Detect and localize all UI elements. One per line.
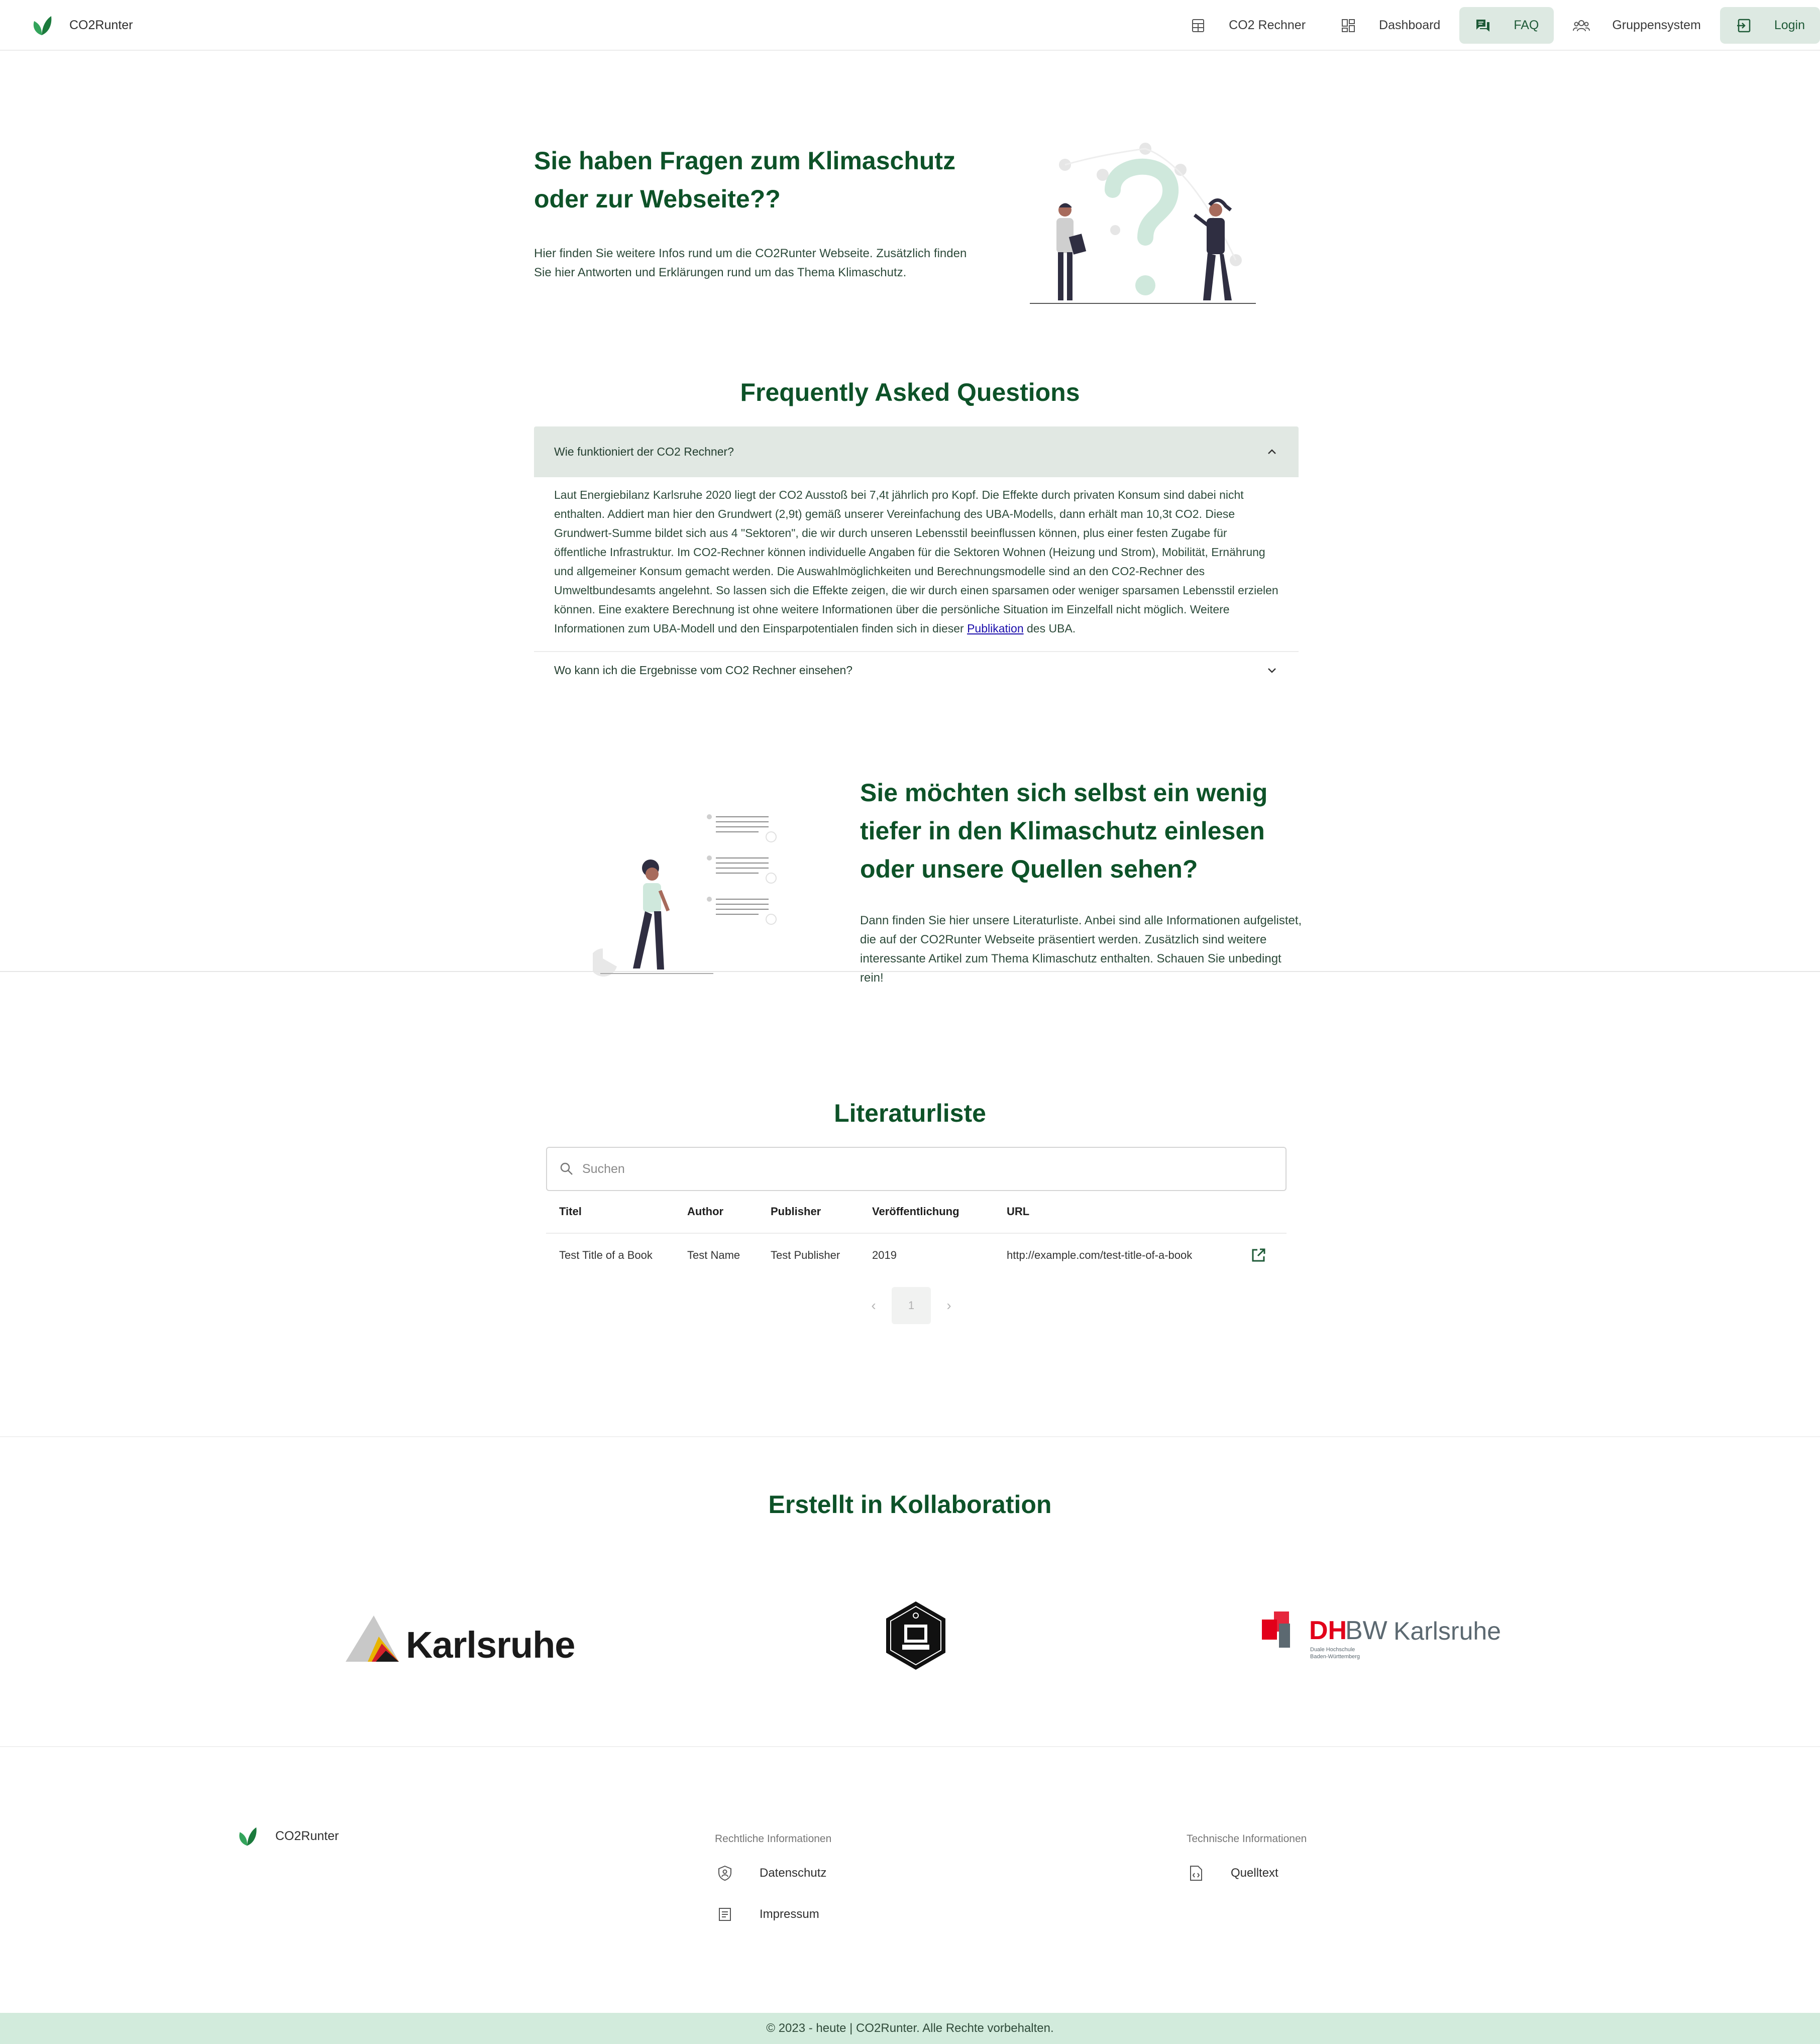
literature-intro-text: Dann finden Sie hier unsere Literaturlis… [860, 914, 1302, 985]
open-link-button[interactable] [1230, 1247, 1287, 1263]
literature-table: Titel Author Publisher Veröffentlichung … [546, 1191, 1287, 1277]
page-1-button[interactable]: 1 [892, 1287, 931, 1324]
col-publisher[interactable]: Publisher [758, 1205, 859, 1218]
shield-icon [716, 1865, 733, 1882]
nav-login[interactable]: Login [1720, 7, 1820, 44]
calculator-icon [1190, 17, 1207, 34]
karlsruhe-logo[interactable]: Karlsruhe [344, 1611, 575, 1667]
prev-page-button[interactable]: ‹ [855, 1287, 892, 1324]
dhbw-dh: DH [1309, 1616, 1347, 1645]
footer-brand[interactable]: CO2Runter [234, 1823, 339, 1849]
external-link-icon [1252, 1248, 1265, 1262]
faq-answer-end: des UBA. [1027, 622, 1076, 635]
nav-label: Dashboard [1379, 18, 1441, 32]
nav-label: Login [1774, 18, 1805, 32]
hero-text: Hier finden Sie weitere Infos rund um di… [534, 247, 967, 279]
nav-label: Gruppensystem [1612, 18, 1701, 32]
dashboard-icon [1340, 17, 1357, 34]
cell-author: Test Name [687, 1249, 740, 1261]
top-navbar: CO2Runter CO2 Rechner Dashboard FAQ Grup… [0, 0, 1820, 51]
nav-label: FAQ [1514, 18, 1539, 32]
karlsruhe-wordmark: Karlsruhe [406, 1624, 575, 1666]
col-veroeffentlichung[interactable]: Veröffentlichung [859, 1205, 994, 1218]
dhbw-karlsruhe-logo[interactable]: DH BW Duale Hochschule Baden-Württemberg… [1262, 1609, 1503, 1665]
nav-co2-rechner[interactable]: CO2 Rechner [1174, 7, 1321, 44]
footer-brand-name: CO2Runter [275, 1828, 339, 1843]
main-nav: CO2 Rechner Dashboard FAQ Gruppensystem … [1170, 7, 1820, 44]
search-icon [560, 1162, 573, 1175]
chevron-down-icon [1268, 668, 1276, 673]
leaf-logo-icon [239, 1827, 257, 1846]
footer-link-label: Quelltext [1231, 1866, 1278, 1880]
tech-heading: Technische Informationen [1187, 1833, 1307, 1845]
chevron-up-icon [1268, 449, 1276, 454]
col-author[interactable]: Author [674, 1205, 758, 1218]
faq-item-header[interactable]: Wie funktioniert der CO2 Rechner? [534, 426, 1299, 477]
pagination: ‹ 1 › [855, 1287, 967, 1324]
login-icon [1735, 17, 1752, 34]
brand-name: CO2Runter [69, 18, 133, 32]
nav-gruppensystem[interactable]: Gruppensystem [1558, 7, 1716, 44]
cell-title: Test Title of a Book [559, 1249, 653, 1261]
faq-title: Frequently Asked Questions [740, 378, 1080, 406]
footer-link-label: Impressum [760, 1907, 819, 1921]
cell-url: http://example.com/test-title-of-a-book [1007, 1249, 1193, 1261]
faq-question: Wie funktioniert der CO2 Rechner? [554, 445, 734, 458]
quelltext-link[interactable]: Quelltext [1188, 1865, 1278, 1882]
dhbw-sub-2: Baden-Württemberg [1310, 1654, 1360, 1660]
divider [0, 1746, 1820, 1747]
nav-label: CO2 Rechner [1229, 18, 1306, 32]
search-input[interactable] [582, 1161, 1235, 1176]
dhbw-bw: BW [1345, 1616, 1387, 1645]
faq-question: Wo kann ich die Ergebnisse vom CO2 Rechn… [554, 663, 853, 677]
copyright-text: © 2023 - heute | CO2Runter. Alle Rechte … [766, 2021, 1054, 2035]
publikation-link[interactable]: Publikation [967, 622, 1024, 635]
footer-link-label: Datenschutz [760, 1866, 827, 1880]
copyright-bar: © 2023 - heute | CO2Runter. Alle Rechte … [0, 2013, 1820, 2044]
legal-heading: Rechtliche Informationen [715, 1833, 832, 1845]
hackerspace-logo[interactable] [884, 1600, 947, 1671]
reading-list-illustration [593, 814, 777, 977]
table-row: Test Title of a Book Test Name Test Publ… [546, 1234, 1287, 1277]
brand-link[interactable]: CO2Runter [28, 11, 133, 39]
col-url[interactable]: URL [994, 1205, 1230, 1218]
literature-title: Literaturliste [834, 1099, 986, 1127]
nav-faq[interactable]: FAQ [1459, 7, 1554, 44]
faq-answer-text: Laut Energiebilanz Karlsruhe 2020 liegt … [554, 488, 1278, 635]
impressum-link[interactable]: Impressum [716, 1906, 819, 1923]
col-titel[interactable]: Titel [546, 1205, 674, 1218]
faq-icon [1474, 17, 1491, 34]
cell-year: 2019 [872, 1249, 897, 1261]
literature-search[interactable] [546, 1147, 1287, 1191]
faq-answer: Laut Energiebilanz Karlsruhe 2020 liegt … [534, 477, 1299, 652]
cell-publisher: Test Publisher [771, 1249, 840, 1261]
divider [0, 971, 1820, 972]
leaf-logo-icon [33, 16, 52, 35]
group-icon [1573, 17, 1590, 34]
collab-title: Erstellt in Kollaboration [768, 1490, 1052, 1519]
divider [0, 1436, 1820, 1437]
questions-illustration [1030, 143, 1256, 304]
dhbw-sub-1: Duale Hochschule [1310, 1647, 1355, 1653]
faq-item-header[interactable]: Wo kann ich die Ergebnisse vom CO2 Rechn… [534, 652, 1299, 688]
literature-intro-title: Sie möchten sich selbst ein wenig tiefer… [860, 779, 1268, 883]
hero-title: Sie haben Fragen zum Klimaschutz oder zu… [534, 147, 956, 213]
table-header: Titel Author Publisher Veröffentlichung … [546, 1191, 1287, 1234]
next-page-button[interactable]: › [931, 1287, 967, 1324]
datenschutz-link[interactable]: Datenschutz [716, 1865, 826, 1882]
faq-accordion: Wie funktioniert der CO2 Rechner? Laut E… [534, 426, 1299, 688]
document-icon [716, 1906, 733, 1923]
dhbw-city: Karlsruhe [1394, 1617, 1501, 1645]
code-file-icon [1188, 1865, 1205, 1882]
nav-dashboard[interactable]: Dashboard [1325, 7, 1455, 44]
